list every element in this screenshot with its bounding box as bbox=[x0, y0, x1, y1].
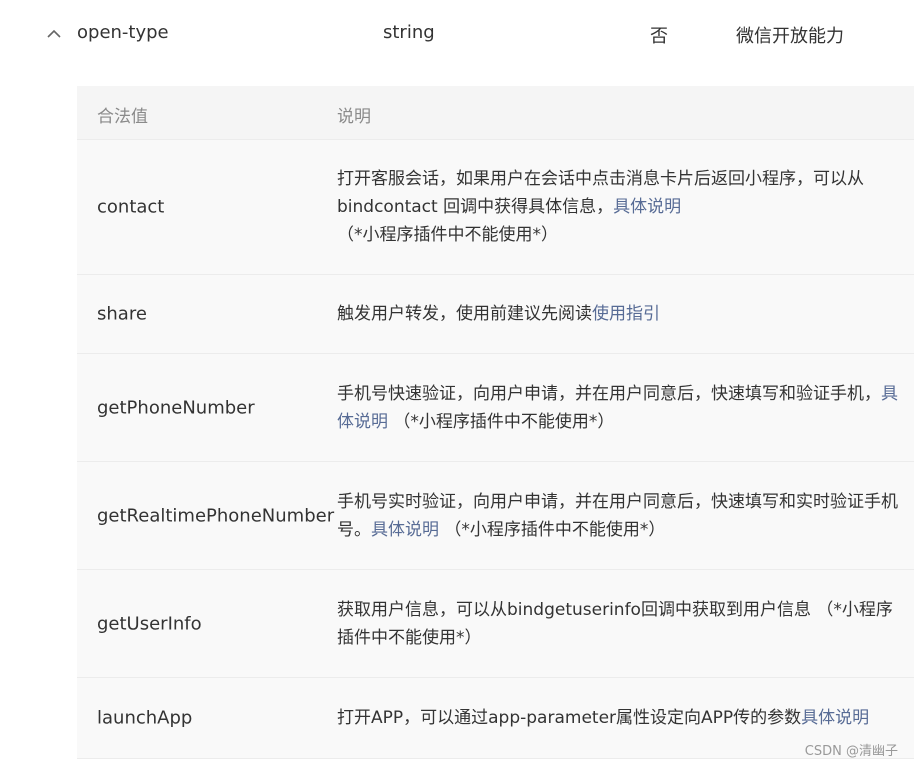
description-text: 获取用户信息，可以从bindgetuserinfo回调中获取到用户信息 （*小程… bbox=[337, 599, 893, 648]
description-text: 触发用户转发，使用前建议先阅读 bbox=[337, 304, 592, 324]
description-suffix: （*小程序插件中不能使用*） bbox=[439, 519, 666, 540]
value-cell: launchApp bbox=[97, 707, 193, 729]
table-header: 合法值 说明 bbox=[77, 86, 914, 140]
table-row: getPhoneNumber 手机号快速验证，向用户申请，并在用户同意后，快速填… bbox=[77, 354, 914, 462]
property-type: string bbox=[383, 22, 435, 43]
description-suffix: （*小程序插件中不能使用*） bbox=[337, 225, 558, 245]
description-cell: 获取用户信息，可以从bindgetuserinfo回调中获取到用户信息 （*小程… bbox=[337, 596, 907, 652]
watermark: CSDN @清幽子 bbox=[804, 744, 898, 759]
description-text: 手机号快速验证，向用户申请，并在用户同意后，快速填写和验证手机， bbox=[337, 383, 881, 404]
description-cell: 打开客服会话，如果用户在会话中点击消息卡片后返回小程序，可以从bindconta… bbox=[337, 165, 907, 249]
description-cell: 触发用户转发，使用前建议先阅读使用指引 bbox=[337, 300, 907, 328]
property-row: open-type string 否 微信开放能力 bbox=[0, 0, 914, 70]
value-cell: share bbox=[97, 303, 147, 325]
details-link[interactable]: 具体说明 bbox=[801, 708, 869, 728]
value-cell: getUserInfo bbox=[97, 613, 202, 634]
value-cell: getPhoneNumber bbox=[97, 397, 255, 418]
details-link[interactable]: 具体说明 bbox=[613, 197, 681, 217]
table-row: launchApp 打开APP，可以通过app-parameter属性设定向AP… bbox=[77, 678, 914, 759]
usage-guide-link[interactable]: 使用指引 bbox=[592, 304, 660, 324]
description-cell: 打开APP，可以通过app-parameter属性设定向APP传的参数具体说明 bbox=[337, 704, 907, 732]
table-row: getUserInfo 获取用户信息，可以从bindgetuserinfo回调中… bbox=[77, 570, 914, 678]
value-cell: getRealtimePhoneNumber bbox=[97, 505, 335, 526]
value-cell: contact bbox=[97, 196, 165, 218]
header-description: 说明 bbox=[337, 107, 371, 127]
property-required: 否 bbox=[650, 26, 668, 47]
table-row: share 触发用户转发，使用前建议先阅读使用指引 bbox=[77, 275, 914, 354]
description-suffix: （*小程序插件中不能使用*） bbox=[388, 411, 615, 432]
description-text: 打开客服会话，如果用户在会话中点击消息卡片后返回小程序，可以从bindconta… bbox=[337, 169, 864, 217]
table-row: contact 打开客服会话，如果用户在会话中点击消息卡片后返回小程序，可以从b… bbox=[77, 140, 914, 275]
property-description: 微信开放能力 bbox=[736, 26, 844, 47]
header-legal-value: 合法值 bbox=[97, 107, 148, 127]
description-text: 打开APP，可以通过app-parameter属性设定向APP传的参数 bbox=[337, 708, 802, 728]
property-name: open-type bbox=[77, 22, 169, 43]
description-cell: 手机号快速验证，向用户申请，并在用户同意后，快速填写和验证手机，具体说明 （*小… bbox=[337, 380, 907, 436]
chevron-up-icon[interactable] bbox=[46, 28, 62, 40]
description-cell: 手机号实时验证，向用户申请，并在用户同意后，快速填写和实时验证手机号。具体说明 … bbox=[337, 488, 907, 544]
table-row: getRealtimePhoneNumber 手机号实时验证，向用户申请，并在用… bbox=[77, 462, 914, 570]
details-link[interactable]: 具体说明 bbox=[371, 520, 439, 540]
values-table: 合法值 说明 contact 打开客服会话，如果用户在会话中点击消息卡片后返回小… bbox=[77, 86, 914, 759]
